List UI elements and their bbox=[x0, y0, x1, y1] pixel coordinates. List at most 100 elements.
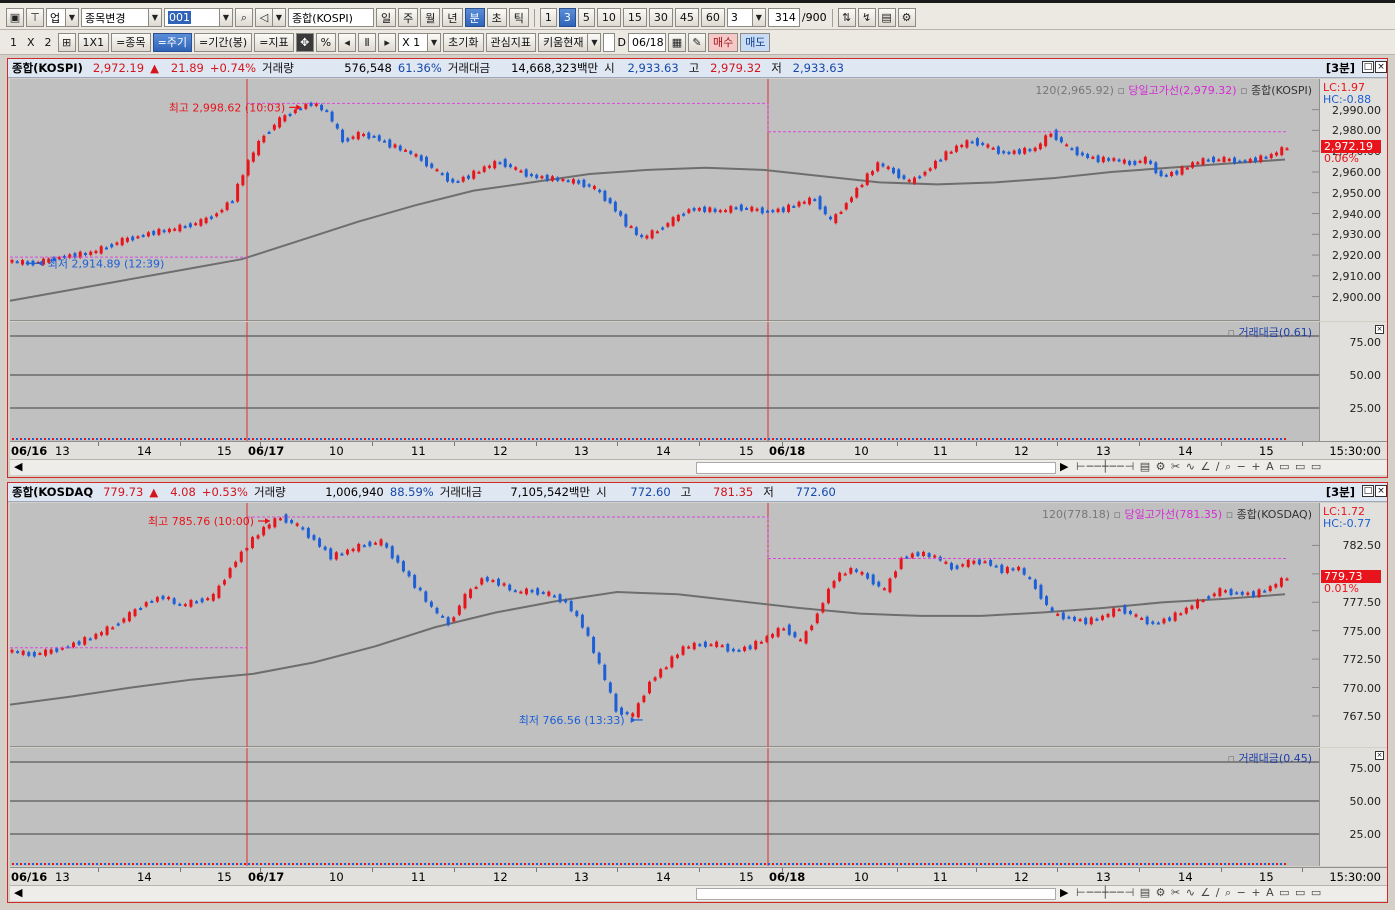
period-week[interactable]: 주 bbox=[398, 8, 419, 27]
candle bbox=[734, 207, 738, 210]
x-tick-mark bbox=[1057, 868, 1058, 872]
buy-button[interactable]: 매수 bbox=[707, 32, 739, 52]
amount-bar bbox=[884, 863, 886, 865]
calendar-icon[interactable]: ▦ bbox=[667, 32, 686, 52]
grid-icon[interactable]: ⊞ bbox=[57, 32, 76, 52]
maximize-icon[interactable]: □ bbox=[1362, 485, 1374, 497]
candle bbox=[304, 104, 308, 109]
window-icon[interactable]: ▣ bbox=[6, 8, 24, 27]
candle bbox=[720, 645, 724, 648]
scroll-thumb[interactable] bbox=[696, 888, 1056, 900]
chevron-down-icon[interactable]: ▼ bbox=[66, 8, 79, 27]
scroll-right-arrow-icon[interactable]: ▶ bbox=[1060, 460, 1068, 473]
minute-15[interactable]: 15 bbox=[622, 8, 647, 27]
scroll-right-arrow-icon[interactable]: ▶ bbox=[1060, 886, 1068, 899]
chart-scrollbar[interactable]: ◀ ▶ ⊢──┼──⊣ ▤ ⚙ ✂ ∿ ∠ ∕ ⌕ − + A ▭ ▭ ▭ bbox=[10, 885, 1387, 901]
eraser-icon[interactable]: ✎ bbox=[687, 32, 706, 52]
gear-icon[interactable]: ⚙ bbox=[897, 8, 916, 27]
layout-1x1-button[interactable]: 1X1 bbox=[77, 32, 110, 52]
price-plot[interactable]: 최고 2,998.62 (10:03) 최저 2,914.89 (12:39) 1… bbox=[9, 79, 1320, 321]
zoom-tools[interactable]: ⊢──┼──⊣ ▤ ⚙ ✂ ∿ ∠ ∕ ⌕ − + A ▭ ▭ ▭ bbox=[1076, 886, 1322, 900]
minute-10[interactable]: 10 bbox=[596, 8, 621, 27]
layout-2[interactable]: 2 bbox=[41, 33, 56, 52]
chevron-down-icon[interactable]: ▼ bbox=[220, 8, 233, 27]
chevron-down-icon[interactable]: ▼ bbox=[588, 32, 602, 52]
minute-3[interactable]: 3 bbox=[558, 8, 576, 27]
period-tick[interactable]: 틱 bbox=[508, 8, 529, 27]
chevron-down-icon[interactable]: ▼ bbox=[273, 8, 286, 27]
save-icon[interactable]: ▤ bbox=[877, 8, 896, 27]
amount-bar bbox=[1092, 863, 1094, 865]
chevron-down-icon[interactable]: ▼ bbox=[149, 8, 162, 27]
period-minute[interactable]: 분 bbox=[464, 8, 485, 27]
close-sub-icon[interactable]: × bbox=[1375, 751, 1384, 760]
candle bbox=[843, 573, 847, 576]
compare-icon[interactable]: ⇅ bbox=[837, 8, 856, 27]
period-year[interactable]: 년 bbox=[442, 8, 463, 27]
market-selector[interactable]: 업 ▼ bbox=[46, 8, 79, 27]
layout-1[interactable]: 1 bbox=[6, 33, 21, 52]
amount-bar bbox=[868, 863, 870, 865]
price-axis[interactable]: LC:1.72 HC:-0.77 782.50780.00777.50775.0… bbox=[1319, 503, 1387, 747]
amount-bar bbox=[868, 438, 870, 440]
multiplier-selector[interactable]: X 1 ▼ bbox=[398, 32, 442, 52]
link-indicator-button[interactable]: =지표 bbox=[254, 32, 294, 52]
sell-button[interactable]: 매도 bbox=[740, 32, 771, 52]
minute-30[interactable]: 30 bbox=[648, 8, 673, 27]
scroll-right-icon[interactable]: ▸ bbox=[378, 32, 397, 52]
amount-bar bbox=[160, 863, 162, 865]
code-input[interactable]: 001 ▼ bbox=[164, 8, 233, 27]
amount-bar bbox=[1216, 863, 1218, 865]
scroll-left-arrow-icon[interactable]: ◀ bbox=[14, 460, 22, 473]
amount-subplot[interactable]: ▫ 거래대금(0.61) bbox=[10, 322, 1320, 441]
minute-5[interactable]: 5 bbox=[577, 8, 595, 27]
close-sub-icon[interactable]: × bbox=[1375, 325, 1384, 334]
link-stock-button[interactable]: =종목 bbox=[111, 32, 151, 52]
candle bbox=[251, 152, 255, 162]
price-axis[interactable]: LC:1.97 HC:-0.88 2,990.002,980.002,970.0… bbox=[1319, 79, 1387, 321]
crosshair-icon[interactable]: ✥ bbox=[295, 32, 314, 52]
pause-icon[interactable]: Ⅱ bbox=[358, 32, 377, 52]
stock-change-selector[interactable]: 종목변경 ▼ bbox=[81, 8, 162, 27]
close-icon[interactable]: × bbox=[1375, 485, 1387, 497]
chart-scrollbar[interactable]: ◀ ▶ ⊢──┼──⊣ ▤ ⚙ ✂ ∿ ∠ ∕ ⌕ − + A ▭ ▭ ▭ bbox=[10, 459, 1387, 475]
price-plot[interactable]: 최고 785.76 (10:00) 최저 766.56 (13:33) 120(7… bbox=[9, 503, 1320, 747]
zoom-tools[interactable]: ⊢──┼──⊣ ▤ ⚙ ✂ ∿ ∠ ∕ ⌕ − + A ▭ ▭ ▭ bbox=[1076, 460, 1322, 474]
scroll-left-icon[interactable]: ◂ bbox=[338, 32, 357, 52]
trend-icon[interactable]: ↯ bbox=[857, 8, 876, 27]
minute-1[interactable]: 1 bbox=[539, 8, 557, 27]
search-icon[interactable]: ⌕ bbox=[235, 8, 253, 27]
chevron-down-icon[interactable]: ▼ bbox=[752, 8, 766, 27]
chevron-down-icon[interactable]: ▼ bbox=[428, 32, 442, 52]
period-second[interactable]: 초 bbox=[486, 8, 507, 27]
amount-bar bbox=[20, 438, 22, 440]
volume-value: 576,548 bbox=[344, 61, 392, 75]
reset-button[interactable]: 초기화 bbox=[443, 32, 484, 52]
amount-bar bbox=[392, 438, 394, 440]
period-value-selector[interactable]: 3 ▼ bbox=[726, 8, 766, 27]
candle bbox=[83, 637, 87, 645]
amount-bar bbox=[536, 438, 538, 440]
interest-indicator-button[interactable]: 관심지표 bbox=[485, 32, 536, 52]
minute-60[interactable]: 60 bbox=[700, 8, 725, 27]
maximize-icon[interactable]: □ bbox=[1362, 61, 1374, 73]
amount-bar bbox=[168, 863, 170, 865]
count-input[interactable]: 314 bbox=[767, 8, 800, 27]
kiwoom-selector[interactable]: 키움현재 ▼ bbox=[537, 32, 602, 52]
amount-subplot[interactable]: ▫ 거래대금(0.45) bbox=[10, 748, 1320, 866]
date-field[interactable]: 06/18 bbox=[627, 32, 666, 52]
close-icon[interactable]: × bbox=[1375, 61, 1387, 73]
date-checkbox[interactable] bbox=[603, 32, 616, 52]
percent-button[interactable]: % bbox=[315, 32, 337, 52]
link-period-button[interactable]: =주기 bbox=[152, 32, 193, 52]
pin-icon[interactable]: ⊤ bbox=[26, 8, 44, 27]
scroll-thumb[interactable] bbox=[696, 462, 1056, 474]
period-day[interactable]: 일 bbox=[376, 8, 397, 27]
link-range-button[interactable]: =기간(봉) bbox=[194, 32, 253, 52]
minute-45[interactable]: 45 bbox=[674, 8, 699, 27]
amount-bar bbox=[508, 438, 510, 440]
scroll-left-arrow-icon[interactable]: ◀ bbox=[14, 886, 22, 899]
period-month[interactable]: 월 bbox=[420, 8, 441, 27]
sound-toggle[interactable]: ◁ ▼ bbox=[255, 8, 286, 27]
layout-x[interactable]: X bbox=[23, 33, 39, 52]
